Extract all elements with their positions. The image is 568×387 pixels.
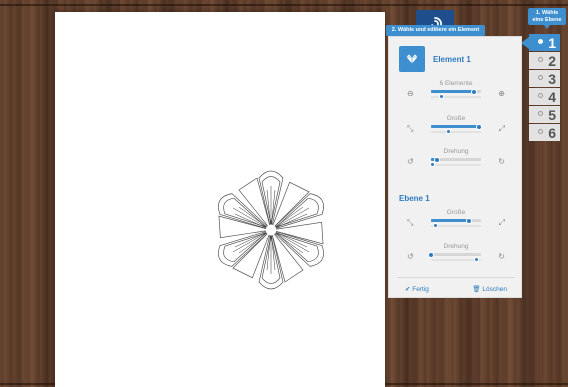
layer-number: 5 xyxy=(548,106,556,123)
layer-bullet-icon xyxy=(538,57,543,62)
slider-subtrack[interactable] xyxy=(431,129,481,134)
panel-actions: ✔ Fertig 🗑 Löschen xyxy=(389,285,523,297)
layer-title: Ebene 1 xyxy=(399,194,430,203)
layer-number: 6 xyxy=(548,124,556,141)
layer-number: 2 xyxy=(548,52,556,69)
expand-arrows-icon[interactable]: ⤢ xyxy=(499,124,505,134)
layer-bullet-icon xyxy=(538,39,543,44)
done-label: Fertig xyxy=(412,286,429,293)
slider-track[interactable] xyxy=(431,156,481,163)
slider-element-size: Große ⤡ ⤢ xyxy=(389,115,523,138)
element-title: Element 1 xyxy=(433,54,471,64)
layer-button-5[interactable]: 5 xyxy=(529,106,560,123)
rotate-right-icon[interactable]: ↻ xyxy=(498,252,505,261)
slider-label: 6 Elemente xyxy=(439,80,473,87)
edit-panel: Element 1 6 Elemente ⊖ ⊕ Große ⤡ ⤢ Drehu… xyxy=(388,36,522,298)
layer-button-6[interactable]: 6 xyxy=(529,124,560,141)
slider-track[interactable] xyxy=(431,123,482,130)
layer-number: 4 xyxy=(548,88,556,105)
delete-label: Löschen xyxy=(482,286,507,293)
slider-row: ⤡ ⤢ xyxy=(389,122,523,138)
slider-label: Drehung xyxy=(443,148,469,155)
slider-label: Drehung xyxy=(443,243,469,250)
layer-button-1[interactable]: 1 xyxy=(529,34,560,51)
slider-knob[interactable] xyxy=(473,257,479,262)
mandala-drawing[interactable] xyxy=(198,160,344,300)
layer-selector: 1 2 3 4 5 6 xyxy=(529,34,560,142)
slider-knob[interactable] xyxy=(432,223,438,228)
element-hint-tooltip: 2. Wähle und editiere ein Element xyxy=(386,25,485,40)
slider-element-count: 6 Elemente ⊖ ⊕ xyxy=(389,80,523,103)
wood-seam xyxy=(0,4,568,6)
slider-subtrack[interactable] xyxy=(431,257,481,262)
layer-button-3[interactable]: 3 xyxy=(529,70,560,87)
layer-bullet-icon xyxy=(538,129,543,134)
slider-subtrack[interactable] xyxy=(431,223,481,228)
layer-hint-tooltip: 1. Wähle eine Ebene xyxy=(528,8,566,30)
layer-bullet-icon xyxy=(538,111,543,116)
slider-label: Große xyxy=(446,115,466,122)
slider-knob[interactable] xyxy=(434,156,440,163)
rotate-left-icon[interactable]: ↺ xyxy=(407,252,414,261)
slider-knob[interactable] xyxy=(428,251,434,258)
slider-layer-rotation: Drehung ↺ ↻ xyxy=(389,243,523,266)
layer-button-4[interactable]: 4 xyxy=(529,88,560,105)
slider-knob[interactable] xyxy=(465,217,472,224)
layer-number: 3 xyxy=(548,70,556,87)
slider-subtrack[interactable] xyxy=(431,94,481,99)
slider-layer-size: Große ⤡ ⤢ xyxy=(389,209,523,232)
slider-label: Große xyxy=(446,209,466,216)
slider-knob[interactable] xyxy=(438,94,444,99)
expand-arrows-icon[interactable]: ⤢ xyxy=(499,218,505,228)
slider-track[interactable] xyxy=(428,251,481,258)
layer-number: 1 xyxy=(548,34,556,51)
slider-subtrack[interactable] xyxy=(429,162,481,167)
active-layer-pointer xyxy=(521,37,529,49)
slider-row: ↺ ↻ xyxy=(389,250,523,266)
minus-circle-icon[interactable]: ⊖ xyxy=(407,89,414,98)
element-header: Element 1 xyxy=(399,46,471,72)
slider-track[interactable] xyxy=(431,217,481,224)
panel-divider xyxy=(397,277,515,278)
element-thumbnail[interactable] xyxy=(399,46,425,72)
done-button[interactable]: ✔ Fertig xyxy=(405,285,429,293)
layer-button-2[interactable]: 2 xyxy=(529,52,560,69)
delete-button[interactable]: 🗑 Löschen xyxy=(472,285,507,293)
slider-element-rotation: Drehung ↺ ↻ xyxy=(389,148,523,171)
slider-row: ⤡ ⤢ xyxy=(389,216,523,232)
slider-row: ↺ ↻ xyxy=(389,155,523,171)
trash-icon: 🗑 xyxy=(472,286,483,293)
diamond-icon xyxy=(405,53,419,65)
slider-knob[interactable] xyxy=(470,88,477,95)
rotate-left-icon[interactable]: ↺ xyxy=(407,157,414,166)
layer-bullet-icon xyxy=(538,75,543,80)
slider-knob[interactable] xyxy=(446,129,451,134)
slider-knob[interactable] xyxy=(475,123,482,130)
slider-row: ⊖ ⊕ xyxy=(389,87,523,103)
rotate-right-icon[interactable]: ↻ xyxy=(498,157,505,166)
layer-bullet-icon xyxy=(538,93,543,98)
slider-knob[interactable] xyxy=(429,162,435,167)
plus-circle-icon[interactable]: ⊕ xyxy=(498,89,505,98)
shrink-arrows-icon[interactable]: ⤡ xyxy=(407,218,413,228)
slider-track[interactable] xyxy=(431,88,481,95)
shrink-arrows-icon[interactable]: ⤡ xyxy=(407,124,413,134)
